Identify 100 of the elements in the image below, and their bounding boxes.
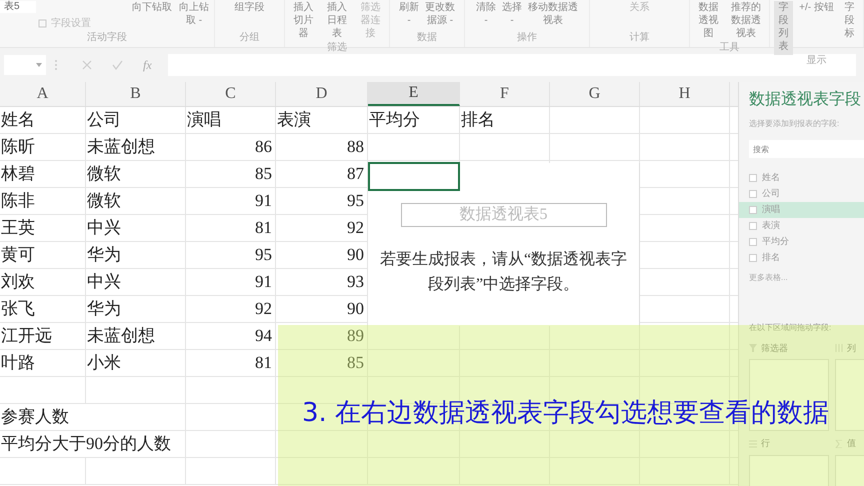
ribbon-button[interactable]: 移动数据透视表: [527, 1, 579, 29]
pivot-name-field[interactable]: 表5: [0, 1, 36, 13]
ribbon-button[interactable]: 推荐的数据透视表: [726, 1, 765, 42]
table-cell: 刘欢: [0, 269, 86, 295]
table-cell: 中兴: [86, 269, 186, 295]
group-label: 显示: [806, 55, 828, 68]
table-cell: 小米: [86, 350, 186, 376]
table-cell: 81: [186, 215, 276, 241]
table-cell: 华为: [86, 242, 186, 268]
table-cell: 陈非: [0, 188, 86, 214]
insert-function-button[interactable]: fx: [143, 56, 152, 74]
ribbon-button[interactable]: 选择 -: [501, 1, 523, 29]
field-list-item[interactable]: 平均分: [739, 234, 864, 250]
group-label: 筛选: [326, 42, 348, 55]
table-cell: 85: [186, 161, 276, 187]
table-cell: 华为: [86, 296, 186, 322]
column-header[interactable]: C: [186, 82, 276, 106]
table-cell: 演唱: [186, 107, 276, 133]
cancel-icon[interactable]: [82, 60, 92, 70]
pane-prompt: 选择要添加到报表的字段:: [749, 118, 840, 130]
name-box[interactable]: [4, 55, 46, 75]
field-settings-button[interactable]: 字段设置: [38, 16, 91, 31]
ribbon-button[interactable]: 插入日程表: [322, 1, 352, 42]
field-list-item[interactable]: 排名: [739, 250, 864, 266]
pane-title: 数据透视表字段: [749, 90, 862, 110]
table-cell: 平均分: [368, 107, 460, 133]
table-cell: 平均分大于90分的人数: [0, 431, 186, 457]
caption-text: 3. 在右边数据透视表字段勾选想要查看的数据: [302, 398, 830, 428]
table-cell: 85: [276, 350, 368, 376]
table-cell: 姓名: [0, 107, 86, 133]
formula-input[interactable]: [168, 54, 856, 76]
area-label: 值: [847, 437, 856, 450]
areas-prompt: 在以下区域间拖动字段:: [749, 322, 832, 334]
checkbox[interactable]: [749, 254, 757, 262]
column-header[interactable]: E: [368, 82, 460, 106]
settings-icon: [38, 19, 47, 28]
field-list-item[interactable]: 表演: [739, 218, 864, 234]
ribbon-button[interactable]: 向下钻取: [130, 1, 174, 16]
checkbox[interactable]: [749, 206, 757, 214]
group-label: 计算: [628, 32, 650, 45]
table-cell: 参赛人数: [0, 404, 186, 430]
group-label: 活动字段: [86, 32, 128, 45]
search-field[interactable]: 搜索: [749, 140, 864, 158]
column-header[interactable]: H: [640, 82, 730, 106]
pivot-name: 数据透视表5: [400, 203, 606, 227]
options-icon[interactable]: [54, 59, 58, 71]
ribbon-button[interactable]: 字段标: [840, 1, 860, 42]
ribbon-button[interactable]: 字段列表: [774, 1, 793, 55]
ribbon-button[interactable]: 更改数据源 -: [424, 1, 456, 29]
table-cell: 微软: [86, 188, 186, 214]
pivot-message: 若要生成报表，请从“数据透视表字段列表”中选择字段。: [378, 250, 628, 295]
selected-cell[interactable]: [368, 162, 460, 191]
table-cell: 未蓝创想: [86, 323, 186, 349]
column-header[interactable]: F: [460, 82, 550, 106]
ribbon-button[interactable]: 数据透视图: [694, 1, 723, 42]
ribbon-button[interactable]: +/- 按钮: [796, 1, 836, 16]
checkbox[interactable]: [749, 222, 757, 230]
table-cell: 陈昕: [0, 134, 86, 160]
table-cell: 91: [186, 188, 276, 214]
more-tables-link[interactable]: 更多表格...: [749, 272, 864, 284]
checkbox[interactable]: [749, 190, 757, 198]
table-cell: 95: [186, 242, 276, 268]
ribbon-button[interactable]: 组字段: [234, 1, 266, 16]
table-cell: 94: [186, 323, 276, 349]
area-label: 筛选器: [761, 342, 788, 354]
field-list-item[interactable]: 演唱: [739, 202, 864, 218]
table-cell: 江开远: [0, 323, 86, 349]
table-cell: 中兴: [86, 215, 186, 241]
checkbox[interactable]: [749, 238, 757, 246]
ribbon-button[interactable]: 刷新 -: [398, 1, 420, 29]
ribbon-button[interactable]: 向上钻取 -: [178, 1, 210, 29]
table-cell: 张飞: [0, 296, 86, 322]
table-cell: 86: [186, 134, 276, 160]
table-cell: 81: [186, 350, 276, 376]
field-list-item[interactable]: 姓名: [739, 170, 864, 186]
table-cell: 林碧: [0, 161, 86, 187]
checkbox[interactable]: [749, 174, 757, 182]
table-cell: 88: [276, 134, 368, 160]
group-label: 数据: [416, 32, 438, 45]
table-cell: 92: [186, 296, 276, 322]
field-list-item[interactable]: 公司: [739, 186, 864, 202]
ribbon-button[interactable]: 插入切片器: [289, 1, 318, 42]
table-cell: 排名: [460, 107, 550, 133]
area-label: 列: [847, 342, 856, 354]
group-label: 操作: [516, 32, 538, 45]
table-cell: 91: [186, 269, 276, 295]
dropdown-icon: [36, 63, 42, 67]
table-cell: 公司: [86, 107, 186, 133]
enter-icon[interactable]: [112, 60, 123, 70]
table-cell: 微软: [86, 161, 186, 187]
column-header[interactable]: B: [86, 82, 186, 106]
group-label: 工具: [718, 42, 740, 55]
table-cell: 黄可: [0, 242, 86, 268]
table-cell: 表演: [276, 107, 368, 133]
column-header[interactable]: A: [0, 82, 86, 106]
column-header[interactable]: G: [550, 82, 640, 106]
table-cell: 未蓝创想: [86, 134, 186, 160]
group-label: 分组: [238, 32, 260, 45]
table-cell: 叶路: [0, 350, 86, 376]
ribbon-button[interactable]: 清除 -: [475, 1, 497, 29]
